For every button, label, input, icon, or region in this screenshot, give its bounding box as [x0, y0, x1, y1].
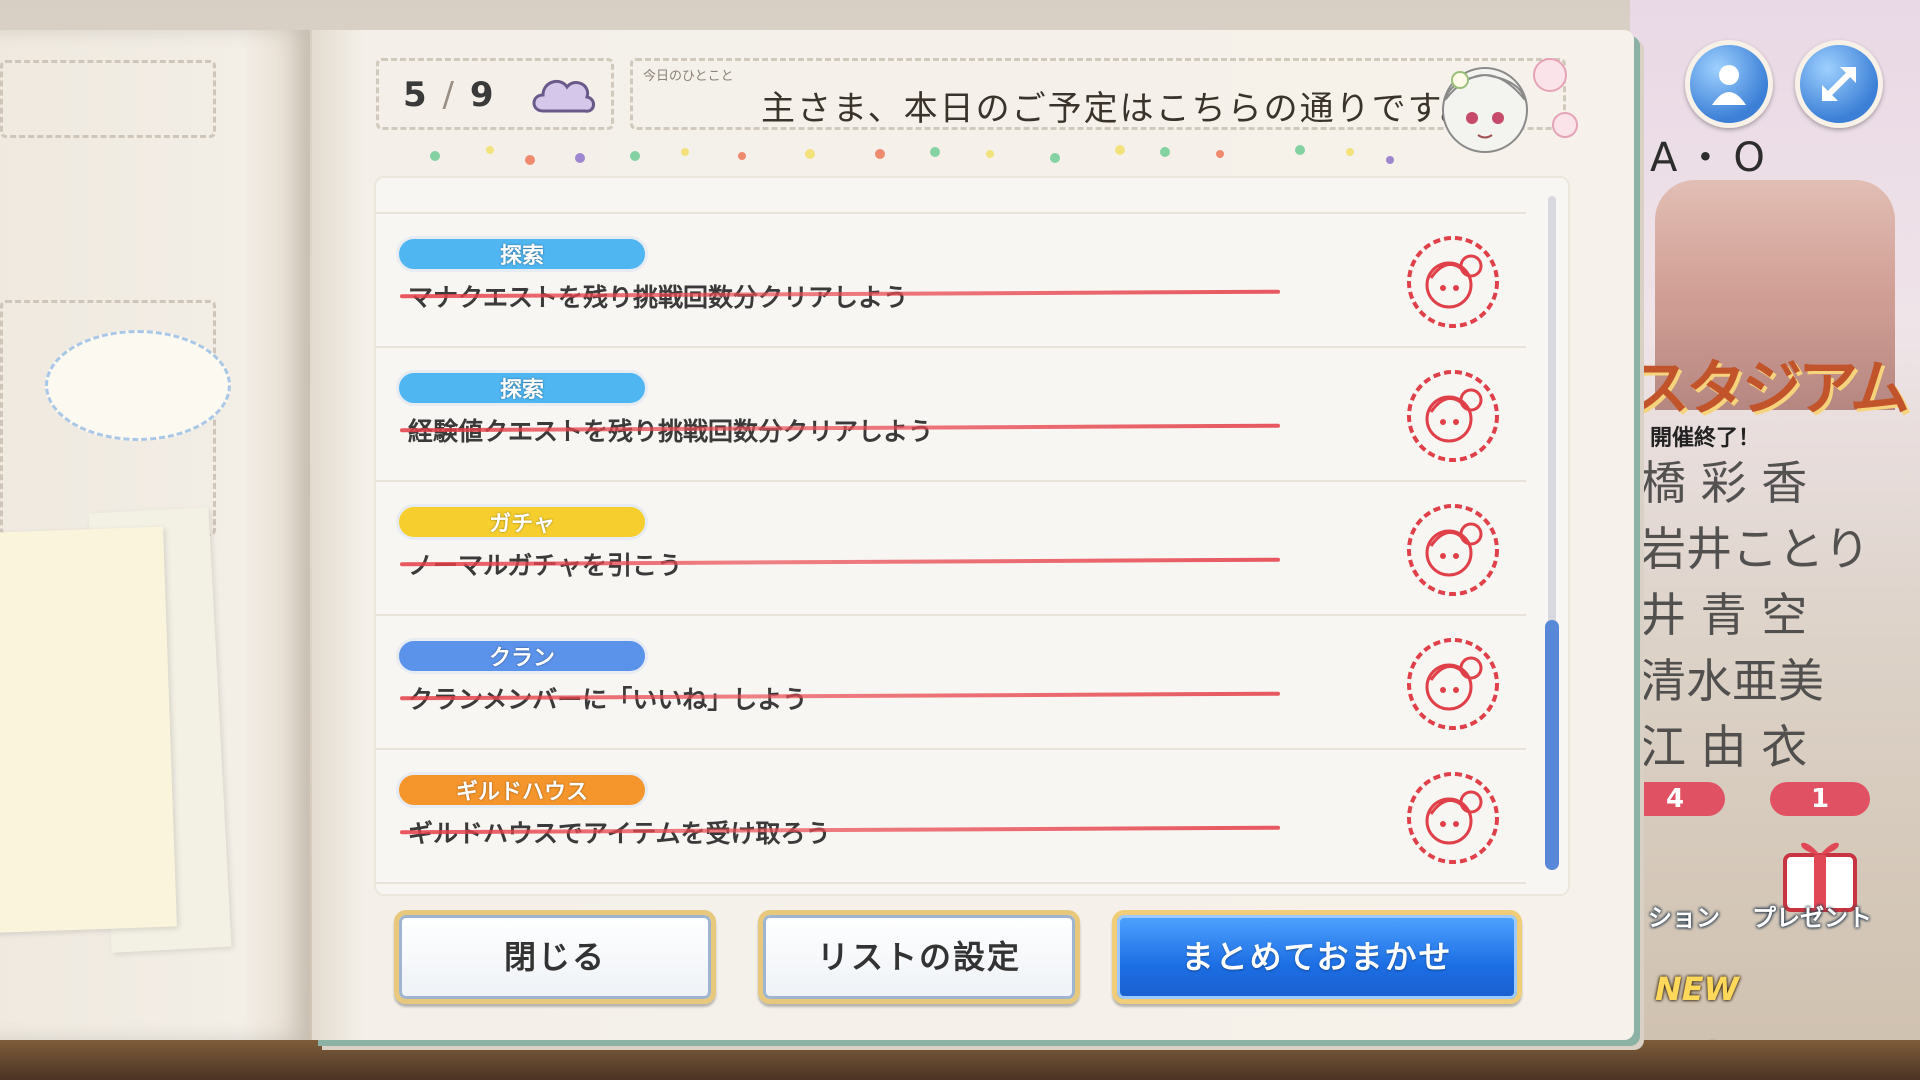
left-header-box: [0, 60, 216, 138]
expand-arrows-icon: [1821, 66, 1857, 102]
task-row: 探索 経験値クエストを残り挑戦回数分クリアしよう: [376, 346, 1526, 482]
present-label: プレゼント: [1752, 904, 1872, 932]
list-settings-button[interactable]: リストの設定: [758, 910, 1080, 1004]
character-button[interactable]: [1685, 40, 1773, 128]
task-category-tag: クラン: [396, 638, 648, 674]
background-letters: A・O: [1650, 135, 1773, 181]
task-list[interactable]: 探索 マナクエストを残り挑戦回数分クリアしよう 探索 経験値クエストを残り挑戦回…: [374, 176, 1570, 896]
task-row: 探索 マナクエストを残り挑戦回数分クリアしよう: [376, 212, 1526, 348]
page-current: 5: [403, 75, 429, 115]
event-status: 開催終了！: [1650, 426, 1761, 451]
daily-message-text: 主さま、本日のご予定はこちらの通りです。: [761, 89, 1477, 129]
page-separator: /: [442, 75, 456, 115]
task-row: ギルドハウス ギルドハウスでアイテムを受け取ろう: [376, 748, 1526, 884]
page-total: 9: [469, 75, 496, 115]
completed-stamp-icon: [1407, 638, 1499, 730]
cast-names: 橋 彩 香 岩井ことり 井 青 空 清水亜美 江 由 衣: [1640, 456, 1870, 774]
decorative-dots: [430, 145, 1394, 165]
task-category-tag: ガチャ: [396, 504, 648, 540]
task-row: クラン クランメンバーに「いいね」しよう: [376, 614, 1526, 750]
mission-label: ション: [1648, 904, 1720, 932]
task-category-tag: 探索: [396, 236, 648, 272]
task-category-tag: ギルドハウス: [396, 772, 648, 808]
scrollbar-thumb[interactable]: [1545, 620, 1559, 870]
book-left-page: [0, 30, 310, 1040]
auto-all-button[interactable]: まとめておまかせ: [1112, 910, 1522, 1004]
completed-stamp-icon: [1407, 772, 1499, 864]
fullscreen-button[interactable]: [1795, 40, 1883, 128]
task-row-previous: [376, 178, 1526, 214]
present-count-badge: 1: [1770, 782, 1870, 816]
event-title: スタジアム: [1630, 354, 1910, 424]
mission-button[interactable]: [1640, 820, 1730, 910]
completed-stamp-icon: [1407, 504, 1499, 596]
page-counter-text: 5 / 9: [403, 75, 496, 115]
person-icon: [1712, 65, 1746, 105]
completed-stamp-icon: [1407, 236, 1499, 328]
bottom-nav-bar: [0, 1040, 1920, 1080]
page-counter: 5 / 9: [376, 58, 614, 130]
new-badge: NEW: [1655, 970, 1739, 1008]
completed-stamp-icon: [1407, 370, 1499, 462]
left-speech-bubble: [45, 330, 231, 441]
mission-count-badge: 4: [1625, 782, 1725, 816]
character-portrait-icon: [1442, 58, 1578, 153]
close-button[interactable]: 閉じる: [394, 910, 716, 1004]
sticky-note: [0, 526, 177, 934]
task-category-tag: 探索: [396, 370, 648, 406]
cloud-icon: [532, 79, 595, 113]
daily-message-label: 今日のひとこと: [643, 69, 734, 84]
task-row: ガチャ ノーマルガチャを引こう: [376, 480, 1526, 616]
